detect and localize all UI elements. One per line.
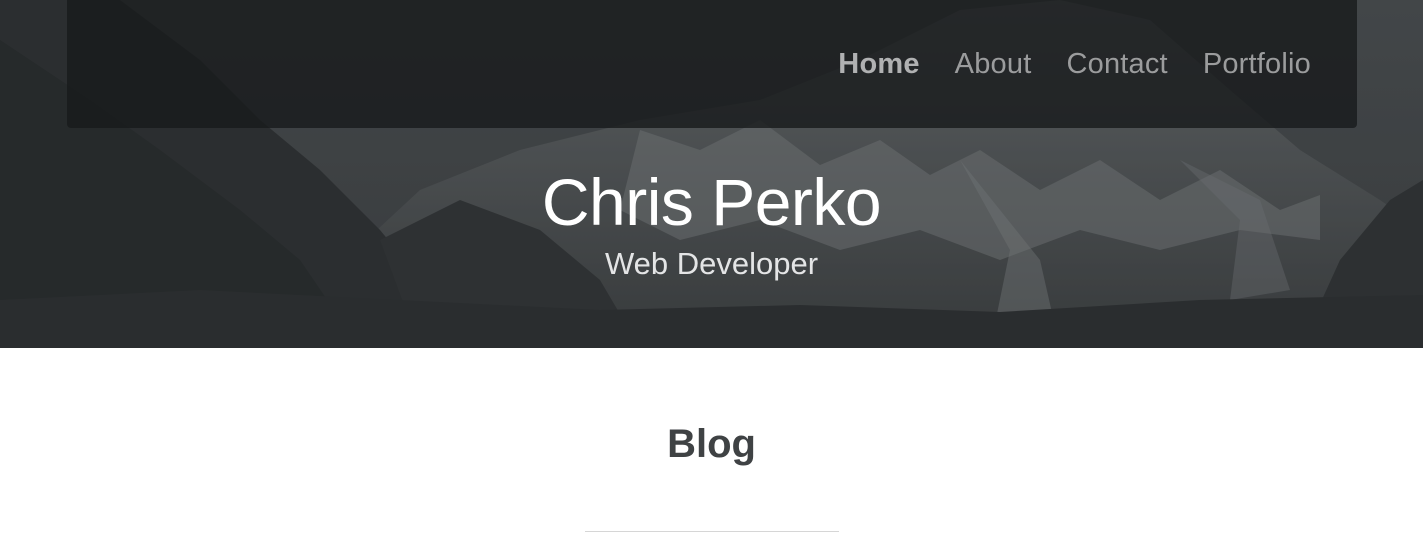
nav-link-portfolio[interactable]: Portfolio	[1203, 44, 1311, 84]
section-divider	[585, 531, 839, 532]
hero-header: Home About Contact Portfolio Chris Perko…	[0, 0, 1423, 348]
site-title: Chris Perko	[541, 165, 882, 239]
page: Home About Contact Portfolio Chris Perko…	[0, 0, 1423, 533]
top-navbar: Home About Contact Portfolio	[67, 0, 1357, 128]
nav-link-about[interactable]: About	[955, 44, 1032, 84]
nav-link-contact[interactable]: Contact	[1066, 44, 1167, 84]
nav-links: Home About Contact Portfolio	[803, 44, 1311, 84]
site-subtitle: Web Developer	[604, 246, 819, 281]
blog-heading: Blog	[667, 422, 756, 466]
nav-link-home[interactable]: Home	[838, 44, 919, 84]
